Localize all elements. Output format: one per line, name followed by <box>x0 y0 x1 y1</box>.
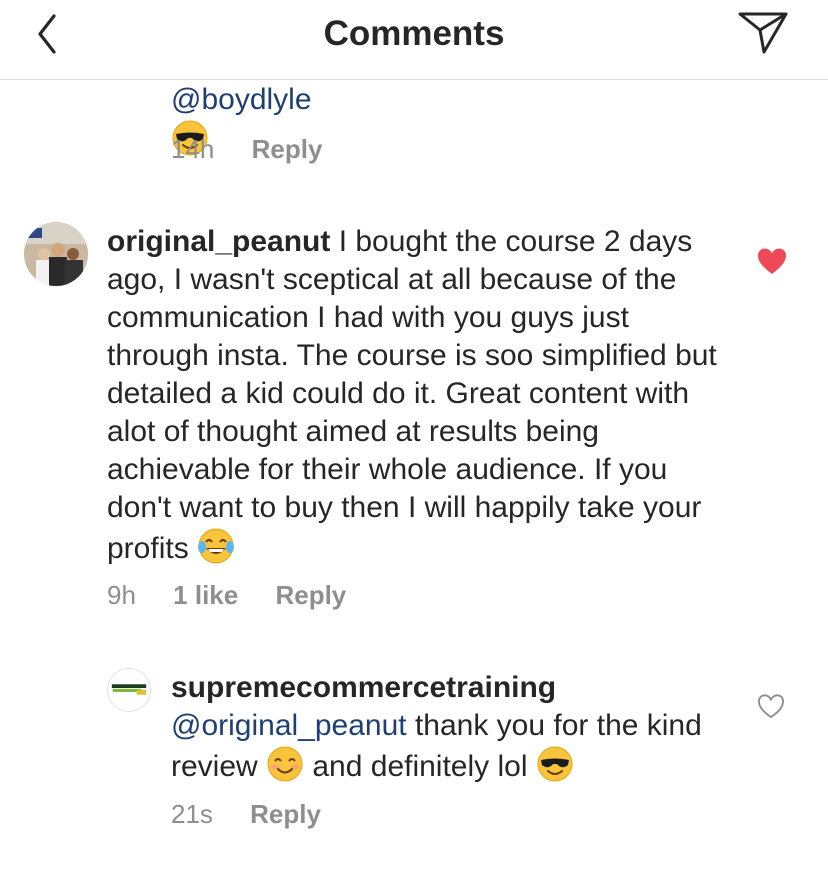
comment-username[interactable]: supremecommercetraining <box>171 671 556 704</box>
avatar[interactable] <box>107 668 151 712</box>
mention-link[interactable]: @boydlyle <box>171 83 312 116</box>
tears-of-joy-emoji-icon <box>198 528 235 564</box>
heart-filled-icon[interactable] <box>757 247 787 275</box>
comment-meta: 14h Reply <box>171 134 352 165</box>
avatar[interactable] <box>24 222 88 286</box>
brand-logo-icon <box>111 684 147 695</box>
comment-meta: 21s Reply <box>171 799 351 830</box>
comment-body: supremecommercetraining @original_peanut… <box>171 669 731 786</box>
comment-meta: 9h 1 like Reply <box>107 580 376 611</box>
direct-send-icon[interactable] <box>736 10 790 56</box>
reply-button[interactable]: Reply <box>275 580 346 610</box>
smiling-emoji-icon <box>267 746 303 782</box>
mention-link[interactable]: @original_peanut <box>171 709 407 742</box>
comment-body: original_peanut I bought the course 2 da… <box>107 223 727 568</box>
avatar-photo-icon <box>24 222 88 286</box>
header-bar: Comments <box>0 0 828 80</box>
comment-text-part-b: and definitely lol <box>304 750 536 783</box>
heart-outline-icon[interactable] <box>757 693 785 719</box>
reply-button[interactable]: Reply <box>250 799 321 829</box>
comment-text: I bought the course 2 days ago, I wasn't… <box>107 225 717 565</box>
comment-time: 14h <box>171 134 215 164</box>
comment-username[interactable]: original_peanut <box>107 225 330 258</box>
sunglasses-emoji-icon <box>537 746 573 782</box>
comment-time: 9h <box>107 580 136 610</box>
reply-button[interactable]: Reply <box>252 134 323 164</box>
likes-count-button[interactable]: 1 like <box>173 580 238 610</box>
page-title: Comments <box>323 14 505 53</box>
comment-time: 21s <box>171 799 213 829</box>
